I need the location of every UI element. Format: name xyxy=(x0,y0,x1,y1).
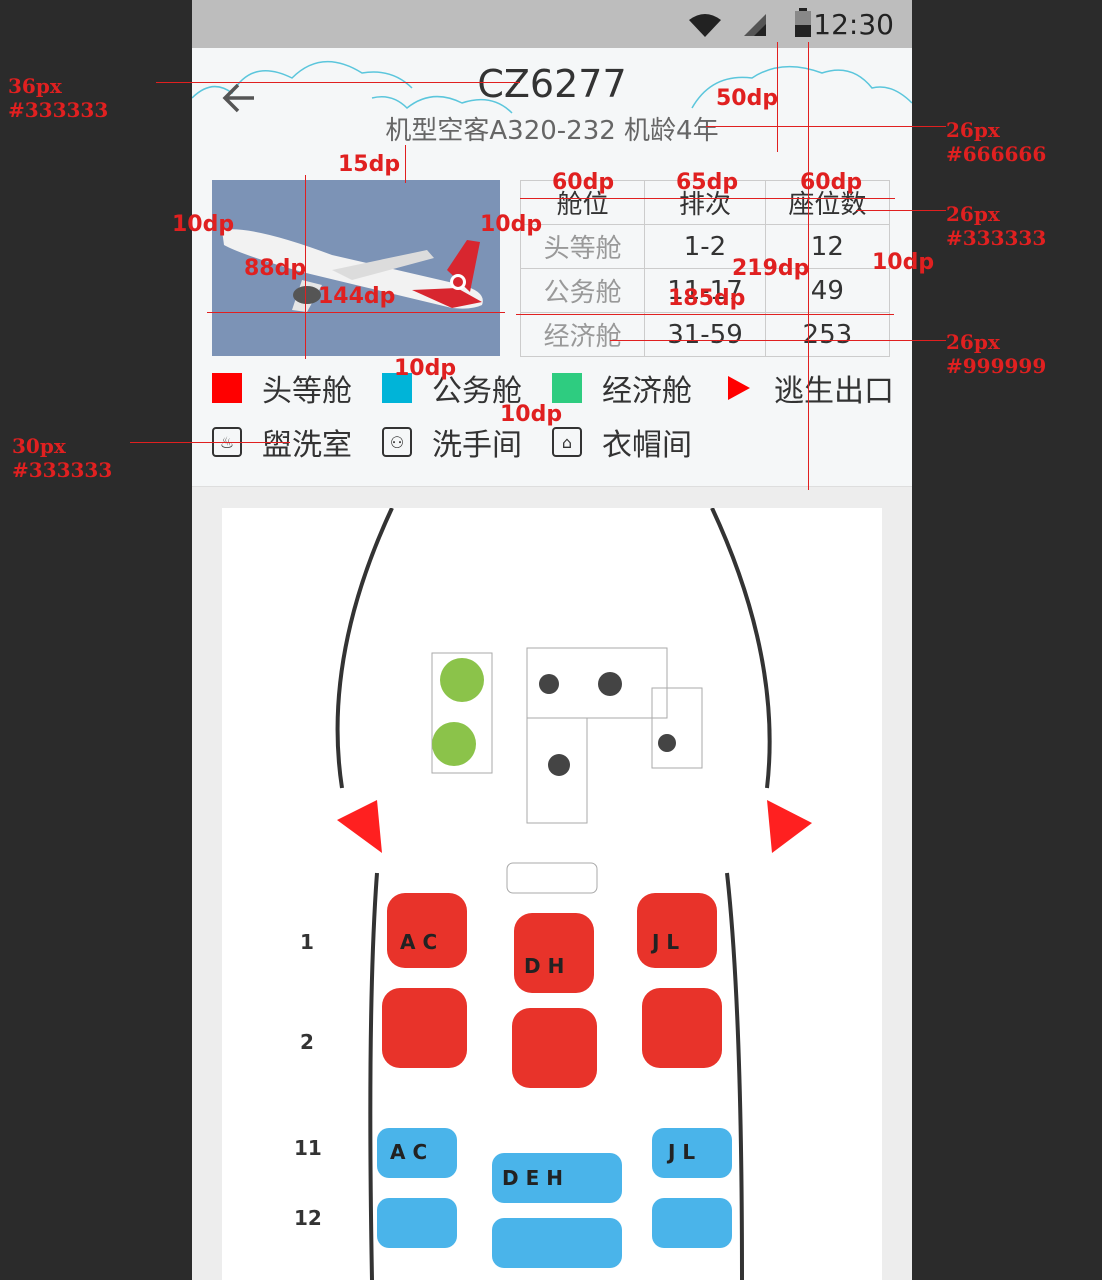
annotation-line xyxy=(516,314,894,315)
seat-letters: A C xyxy=(390,1140,428,1164)
legend-label: 逃生出口 xyxy=(774,374,894,409)
annotation-label: 36px #333333 xyxy=(8,74,109,122)
annotation-line xyxy=(130,442,290,443)
exit-triangle-icon xyxy=(728,376,750,400)
legend-economy-class: 经济舱 xyxy=(552,366,692,410)
cabin-name: 公务舱 xyxy=(519,268,646,313)
annotation-line xyxy=(207,312,505,313)
galley-icon xyxy=(440,658,484,702)
row-label: 12 xyxy=(294,1206,322,1230)
annotation-line xyxy=(405,145,406,183)
seat-letters: D E H xyxy=(502,1166,563,1190)
status-bar: 12:30 xyxy=(192,0,912,48)
legend-label: 衣帽间 xyxy=(602,428,692,463)
economy-class-swatch xyxy=(552,373,582,403)
annotation-label: 26px #999999 xyxy=(946,330,1047,378)
battery-icon xyxy=(795,8,811,37)
toilet-icon: ⚇ xyxy=(382,427,412,457)
dimension-label: 10dp xyxy=(480,212,543,237)
status-time: 12:30 xyxy=(813,8,894,41)
dimension-label: 60dp xyxy=(552,170,615,195)
legend-exit: 逃生出口 xyxy=(724,366,894,410)
legend-first-class: 头等舱 xyxy=(212,366,352,410)
legend-cloakroom: ⌂ 衣帽间 xyxy=(552,420,692,464)
dimension-label: 60dp xyxy=(800,170,863,195)
row-label: 11 xyxy=(294,1136,322,1160)
seat-map[interactable]: 1 2 11 12 A C D H J L A C D E H J L xyxy=(222,507,882,1280)
cloakroom-icon: ⌂ xyxy=(552,427,582,457)
first-class-swatch xyxy=(212,373,242,403)
cabin-table: 舱位 排次 座位数 头等舱 1-2 12 公务舱 11-17 49 经济舱 31… xyxy=(519,180,891,357)
cabin-name: 经济舱 xyxy=(519,312,646,357)
legend-label: 经济舱 xyxy=(602,374,692,409)
annotation-line xyxy=(520,198,895,199)
galley-icon xyxy=(432,722,476,766)
dimension-label: 10dp xyxy=(500,402,563,427)
signal-icon xyxy=(744,14,766,36)
seat-map-drawing xyxy=(335,507,812,1280)
seat-letters: J L xyxy=(668,1140,696,1164)
annotation-line xyxy=(610,340,946,341)
dimension-label: 65dp xyxy=(676,170,739,195)
dimension-label: 10dp xyxy=(872,250,935,275)
seat-letters: A C xyxy=(400,930,438,954)
row-label: 2 xyxy=(300,1030,314,1054)
dimension-label: 144dp xyxy=(318,284,396,309)
dimension-label: 185dp xyxy=(668,286,746,311)
table-row: 头等舱 1-2 12 xyxy=(519,224,891,269)
annotation-label: 26px #666666 xyxy=(946,118,1047,166)
flight-number: CZ6277 xyxy=(477,62,627,106)
dimension-label: 219dp xyxy=(732,256,810,281)
dimension-label: 10dp xyxy=(172,212,235,237)
annotation-label: 26px #333333 xyxy=(946,202,1047,250)
annotation-line xyxy=(156,82,520,83)
aircraft-info: 机型空客A320-232 机龄4年 xyxy=(385,116,719,146)
dimension-label: 88dp xyxy=(244,256,307,281)
legend-label: 头等舱 xyxy=(262,374,352,409)
table-row: 经济舱 31-59 253 xyxy=(519,312,891,357)
seat-letters: J L xyxy=(652,930,680,954)
dimension-label: 10dp xyxy=(394,356,457,381)
annotation-line xyxy=(706,126,946,127)
wifi-icon xyxy=(689,14,721,37)
annotation-line xyxy=(856,210,946,211)
cabin-seats: 253 xyxy=(764,312,891,357)
cabin-rows: 31-59 xyxy=(644,312,766,357)
first-class-seats xyxy=(382,893,722,1088)
seat-letters: D H xyxy=(524,954,565,978)
dimension-label: 50dp xyxy=(716,86,779,111)
exit-left-icon xyxy=(337,800,382,853)
annotation-label: 30px #333333 xyxy=(12,434,113,482)
dimension-label: 15dp xyxy=(338,152,401,177)
row-label: 1 xyxy=(300,930,314,954)
exit-right-icon xyxy=(767,800,812,853)
